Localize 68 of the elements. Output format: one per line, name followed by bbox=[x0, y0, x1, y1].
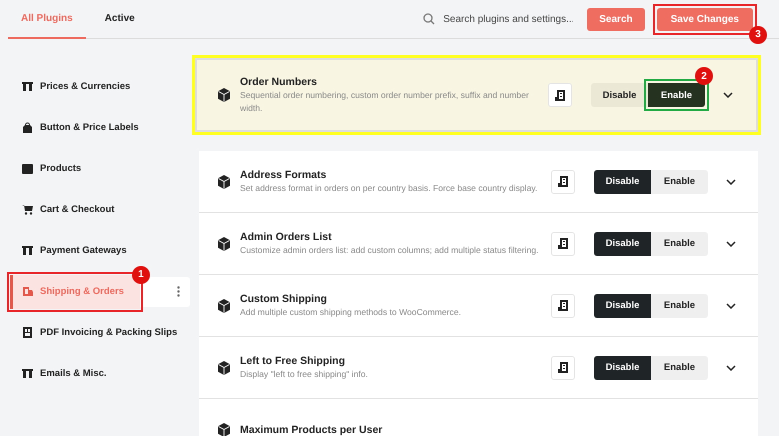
doc-icon bbox=[22, 327, 33, 338]
module-description: Customize admin orders list: add custom columns; add multiple status filtering. bbox=[240, 244, 540, 256]
cube-icon bbox=[217, 174, 231, 188]
cube-icon bbox=[217, 88, 231, 102]
disable-button[interactable]: Disable bbox=[594, 356, 651, 380]
more-options-icon bbox=[177, 286, 180, 297]
sidebar-label: Shipping & Orders bbox=[40, 286, 124, 297]
callout-badge: 1 bbox=[132, 266, 150, 284]
cart-icon bbox=[22, 204, 33, 215]
module-description: Sequential order numbering, custom order number prefix, suffix and number width. bbox=[240, 89, 530, 114]
cube-icon bbox=[217, 298, 231, 312]
document-icon bbox=[558, 238, 568, 249]
document-icon bbox=[555, 90, 565, 100]
sidebar-item[interactable]: Cart & Checkout bbox=[10, 192, 124, 226]
document-icon bbox=[558, 300, 568, 311]
sidebar-item[interactable]: Products bbox=[10, 152, 92, 186]
module-title: Left to Free Shipping bbox=[240, 354, 346, 367]
sidebar-label: Products bbox=[40, 163, 82, 174]
chevron-down-icon bbox=[726, 364, 736, 370]
sidebar-item[interactable]: Prices & Currencies bbox=[10, 70, 140, 104]
enable-button[interactable]: Enable bbox=[651, 356, 708, 380]
documentation-button[interactable] bbox=[548, 83, 572, 107]
disable-button[interactable]: Disable bbox=[594, 170, 651, 194]
disable-button[interactable]: Disable bbox=[594, 232, 651, 256]
module-title: Maximum Products per User bbox=[240, 424, 384, 436]
cube-icon bbox=[217, 360, 231, 374]
enable-button[interactable]: Enable bbox=[651, 232, 708, 256]
module-description: Display "left to free shipping" info. bbox=[240, 368, 369, 380]
module-description: Set address format in orders on per country basis. Force base country display. bbox=[240, 182, 538, 194]
chevron-down-icon bbox=[726, 178, 736, 184]
sidebar-label: Cart & Checkout bbox=[40, 204, 114, 215]
enable-button[interactable]: Enable bbox=[651, 294, 708, 318]
module-title: Admin Orders List bbox=[240, 230, 333, 243]
module-title: Order Numbers bbox=[240, 76, 318, 88]
module-title: Address Formats bbox=[240, 168, 328, 181]
sidebar-label: Button & Price Labels bbox=[40, 122, 139, 133]
documentation-button[interactable] bbox=[551, 170, 575, 194]
documentation-button[interactable] bbox=[551, 356, 575, 380]
search-icon bbox=[423, 13, 436, 25]
enable-button[interactable]: Enable bbox=[648, 83, 705, 107]
module-description: Add multiple custom shipping methods to WooCommerce. bbox=[240, 306, 462, 318]
chevron-down-icon bbox=[726, 302, 736, 308]
disable-button[interactable]: Disable bbox=[591, 83, 648, 107]
bag-icon bbox=[22, 122, 33, 133]
enable-button[interactable]: Enable bbox=[651, 170, 708, 194]
document-icon bbox=[558, 176, 568, 187]
tab[interactable]: Active bbox=[92, 0, 148, 39]
chevron-down-icon bbox=[726, 240, 736, 246]
callout-badge: 3 bbox=[749, 26, 767, 44]
sidebar-item[interactable]: PDF Invoicing & Packing Slips bbox=[10, 316, 188, 350]
sidebar-item[interactable]: Button & Price Labels bbox=[10, 110, 149, 144]
sidebar-label: Payment Gateways bbox=[40, 245, 127, 256]
chevron-down-icon bbox=[723, 92, 733, 98]
sidebar-item[interactable]: Emails & Misc. bbox=[10, 356, 117, 390]
document-icon bbox=[558, 362, 568, 373]
sidebar-item-menu[interactable] bbox=[140, 276, 190, 306]
sidebar-label: Prices & Currencies bbox=[40, 81, 130, 92]
sidebar-label: PDF Invoicing & Packing Slips bbox=[40, 327, 178, 338]
cube-icon bbox=[217, 236, 231, 250]
documentation-button[interactable] bbox=[551, 232, 575, 256]
module-title: Custom Shipping bbox=[240, 292, 328, 305]
documentation-button[interactable] bbox=[551, 294, 575, 318]
sidebar-label: Emails & Misc. bbox=[40, 368, 107, 379]
box-icon bbox=[22, 163, 33, 174]
disable-button[interactable]: Disable bbox=[594, 294, 651, 318]
sidebar-item[interactable]: Payment Gateways bbox=[10, 234, 137, 268]
callout-badge: 2 bbox=[695, 67, 713, 85]
search-field[interactable]: Search plugins and settings... bbox=[423, 12, 576, 26]
